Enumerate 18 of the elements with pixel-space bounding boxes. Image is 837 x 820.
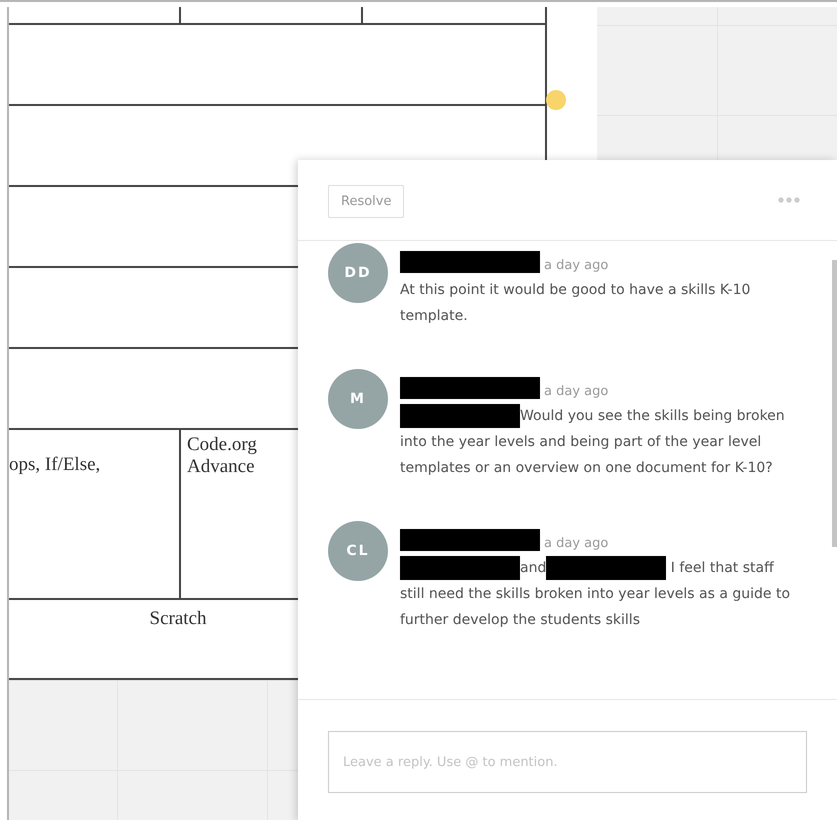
comment-time: a day ago	[544, 536, 608, 551]
comment-time: a day ago	[544, 384, 608, 399]
cell-text: Code.org	[187, 434, 257, 456]
avatar: CL	[328, 521, 388, 581]
comment-time: a day ago	[544, 258, 608, 273]
ellipsis-icon[interactable]	[778, 197, 800, 203]
cell-text: Scratch	[150, 608, 206, 631]
comment-text: Would you see the skills being broken into the year levels and being part of the year level templates or an overview on one document for K-10?	[400, 403, 797, 481]
avatar: DD	[328, 243, 388, 303]
cell-text: Advance	[187, 456, 255, 478]
comment-marker-icon[interactable]	[545, 89, 567, 111]
comment-text: At this point it would be good to have a skills K-10 template.	[400, 281, 752, 326]
avatar: M	[328, 369, 388, 429]
reply-field[interactable]: Leave a reply. Use @ to mention.	[328, 731, 807, 793]
cell-text: ops, If/Else,	[9, 454, 100, 476]
resolve-button[interactable]: Resolve	[328, 184, 404, 218]
comment-text: and I feel that staff still need the skills broken into year levels as a guide to further develop the students skills	[400, 555, 797, 633]
scrollbar-thumb[interactable]	[832, 260, 837, 547]
